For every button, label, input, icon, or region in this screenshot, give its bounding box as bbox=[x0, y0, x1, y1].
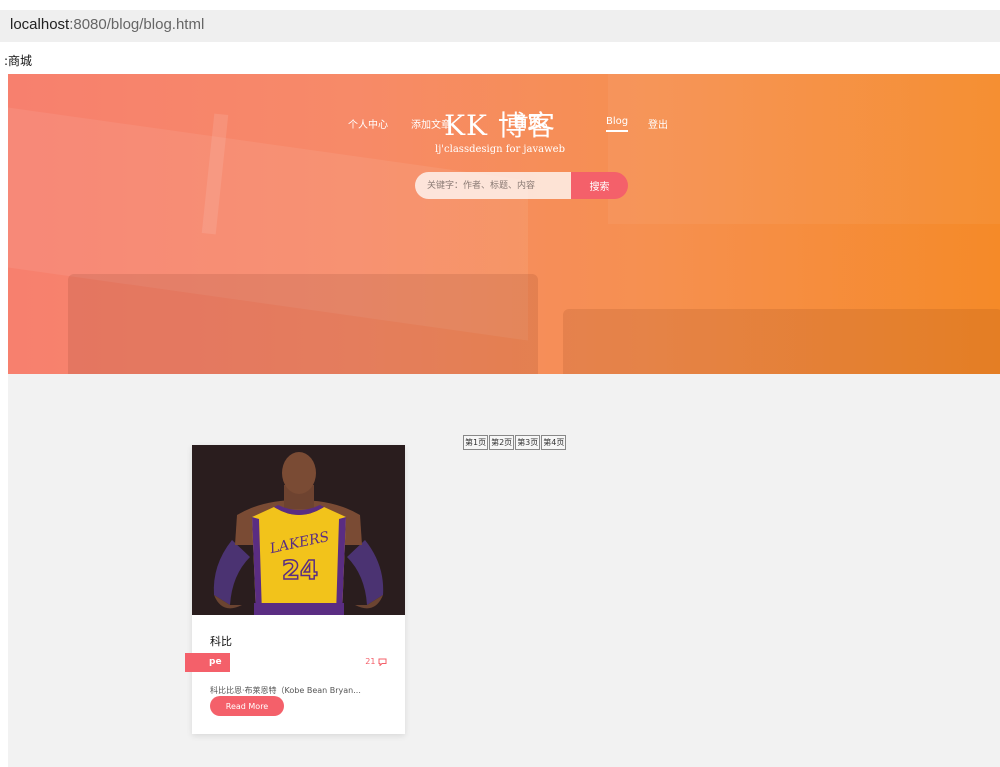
comment-count-value: 21 bbox=[365, 657, 376, 666]
search-form: 搜索 bbox=[415, 172, 628, 199]
page-link-4[interactable]: 第4页 bbox=[541, 435, 567, 450]
jersey-number: 24 bbox=[282, 556, 318, 586]
player-illustration: LAKERS 24 bbox=[192, 445, 405, 615]
read-more-button[interactable]: Read More bbox=[210, 696, 284, 716]
hero-bg-decor bbox=[563, 309, 1000, 374]
comment-icon bbox=[378, 658, 387, 667]
post-excerpt: 科比比恩·布莱恩特（Kobe Bean Bryan... bbox=[210, 686, 361, 695]
hero-bg-decor bbox=[68, 274, 538, 374]
content-area: 第1页 第2页 第3页 第4页 LAKERS 24 科比 pe 21 科比比恩·… bbox=[8, 374, 1000, 767]
page-link-1[interactable]: 第1页 bbox=[463, 435, 489, 450]
post-image[interactable]: LAKERS 24 bbox=[192, 445, 405, 615]
page-link-2[interactable]: 第2页 bbox=[489, 435, 515, 450]
bookmark-item-shop[interactable]: :商城 bbox=[4, 52, 32, 69]
address-bar[interactable]: localhost:8080/blog/blog.html bbox=[0, 10, 1000, 42]
url-text[interactable]: localhost:8080/blog/blog.html bbox=[10, 16, 204, 33]
comment-count: 21 bbox=[365, 657, 387, 667]
url-host: localhost bbox=[10, 16, 70, 33]
post-title[interactable]: 科比 bbox=[210, 633, 232, 649]
post-card: LAKERS 24 科比 pe 21 科比比恩·布莱恩特（Kobe Bean B… bbox=[185, 445, 405, 734]
page-link-3[interactable]: 第3页 bbox=[515, 435, 541, 450]
site-title: KK 博客 bbox=[444, 109, 556, 142]
pagination: 第1页 第2页 第3页 第4页 bbox=[463, 430, 567, 450]
search-input[interactable] bbox=[415, 172, 571, 199]
url-path: :8080/blog/blog.html bbox=[69, 16, 205, 33]
post-tag[interactable]: pe bbox=[185, 653, 230, 672]
bookmarks-bar: :商城 bbox=[0, 42, 1000, 74]
site-subtitle: lj'classdesign for javaweb bbox=[435, 144, 565, 155]
search-button[interactable]: 搜索 bbox=[571, 172, 628, 199]
